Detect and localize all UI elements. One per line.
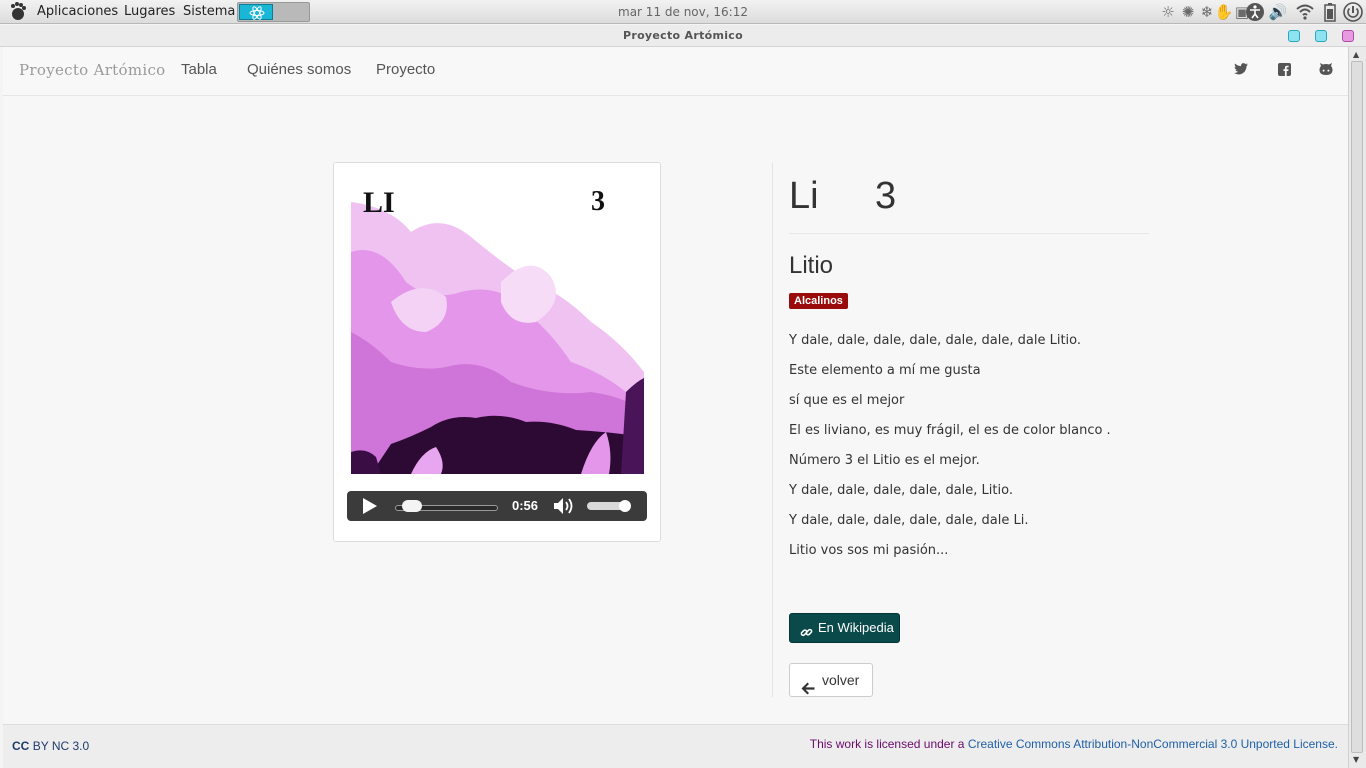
lyric-line-3: sí que es el mejor (789, 393, 905, 408)
license-link[interactable]: Creative Commons Attribution-NonCommerci… (968, 737, 1338, 751)
audio-player: 0:56 (347, 491, 647, 521)
progress-handle[interactable] (401, 500, 422, 512)
window-title: Proyecto Artómico (622, 29, 743, 42)
license-prefix: This work is licensed under a (809, 737, 968, 751)
page-footer: CC BY NC 3.0 This work is licensed under… (3, 724, 1348, 768)
back-button-label: volver (822, 672, 860, 688)
nav-link-proyecto[interactable]: Proyecto (376, 61, 435, 78)
license-text: This work is licensed under a Creative C… (810, 737, 1338, 751)
cover-symbol: LI (363, 186, 395, 219)
lyric-line-4: El es liviano, es muy frágil, el es de c… (789, 423, 1111, 438)
nav-link-tabla[interactable]: Tabla (181, 61, 217, 78)
window-titlebar[interactable]: Proyecto Artómico (0, 25, 1366, 47)
power-icon[interactable] (1342, 2, 1364, 22)
weather-icon[interactable]: ✺ (1178, 2, 1198, 22)
back-button[interactable]: volver (789, 663, 873, 697)
category-badge: Alcalinos (789, 293, 848, 309)
facebook-icon[interactable] (1277, 62, 1291, 76)
cc-terms: BY NC 3.0 (32, 739, 90, 753)
menu-sistema[interactable]: Sistema (183, 0, 235, 24)
scrollbar-thumb[interactable] (1351, 61, 1363, 753)
volume-handle[interactable] (618, 500, 631, 512)
lyric-line-1: Y dale, dale, dale, dale, dale, dale, da… (789, 333, 1082, 348)
gnome-foot-icon[interactable] (6, 0, 32, 24)
maximize-button[interactable] (1315, 30, 1327, 42)
cover-artwork (351, 182, 644, 474)
twitter-icon[interactable] (1234, 62, 1248, 76)
wifi-icon[interactable] (1295, 2, 1315, 22)
scroll-up-icon[interactable]: ▲ (1353, 50, 1359, 59)
column-divider (772, 162, 773, 697)
element-cover-image: LI 3 (351, 182, 644, 474)
link-icon (800, 621, 813, 649)
brightness-icon[interactable]: ☼ (1158, 2, 1178, 22)
volume-icon[interactable]: 🔊 (1268, 2, 1288, 22)
cc-license-badge[interactable]: CC BY NC 3.0 (12, 739, 89, 753)
lyric-line-2: Este elemento a mí me gusta (789, 363, 981, 378)
volume-speaker-icon[interactable] (553, 497, 575, 519)
vertical-scrollbar[interactable]: ▲ ▼ (1348, 47, 1366, 768)
cover-number: 3 (591, 186, 605, 217)
nav-link-quienes-somos[interactable]: Quiénes somos (247, 61, 351, 78)
element-name: Litio (789, 252, 834, 279)
wikipedia-button[interactable]: En Wikipedia (789, 613, 900, 643)
scroll-down-icon[interactable]: ▼ (1353, 755, 1359, 764)
arrow-left-icon (801, 674, 815, 706)
lyric-line-8: Litio vos sos mi pasión... (789, 543, 949, 558)
heading-divider (789, 233, 1149, 234)
minimize-button[interactable] (1288, 30, 1300, 42)
battery-icon[interactable] (1320, 2, 1340, 22)
lyric-line-6: Y dale, dale, dale, dale, dale, Litio. (789, 483, 1013, 498)
element-number: 3 (875, 175, 897, 217)
element-card: LI 3 0:56 (333, 162, 661, 542)
lyric-line-7: Y dale, dale, dale, dale, dale, dale Li. (789, 513, 1029, 528)
accessibility-icon[interactable] (1244, 2, 1266, 22)
workspace-1[interactable] (239, 4, 273, 20)
network-handshake-icon[interactable]: ✋ (1214, 2, 1234, 22)
time-display: 0:56 (512, 498, 539, 513)
workspace-switcher[interactable] (237, 2, 310, 22)
page-content: Proyecto Artómico Tabla Quiénes somos Pr… (3, 47, 1348, 768)
site-brand-logo[interactable]: Proyecto Artómico (19, 61, 166, 79)
lyric-line-5: Número 3 el Litio es el mejor. (789, 453, 980, 468)
element-symbol: Li (789, 175, 819, 217)
menu-aplicaciones[interactable]: Aplicaciones (37, 0, 118, 24)
menu-lugares[interactable]: Lugares (124, 0, 175, 24)
site-navbar: Proyecto Artómico Tabla Quiénes somos Pr… (3, 47, 1348, 96)
play-icon[interactable] (361, 497, 379, 519)
wikipedia-button-label: En Wikipedia (818, 620, 894, 635)
github-icon[interactable] (1319, 62, 1333, 76)
main-area: LI 3 0:56 Li 3 Litio Alcalinos Y dale, d… (3, 97, 1348, 724)
system-top-panel: Aplicaciones Lugares Sistema mar 11 de n… (0, 0, 1366, 24)
close-button[interactable] (1342, 30, 1354, 42)
cc-label: CC (12, 739, 30, 753)
